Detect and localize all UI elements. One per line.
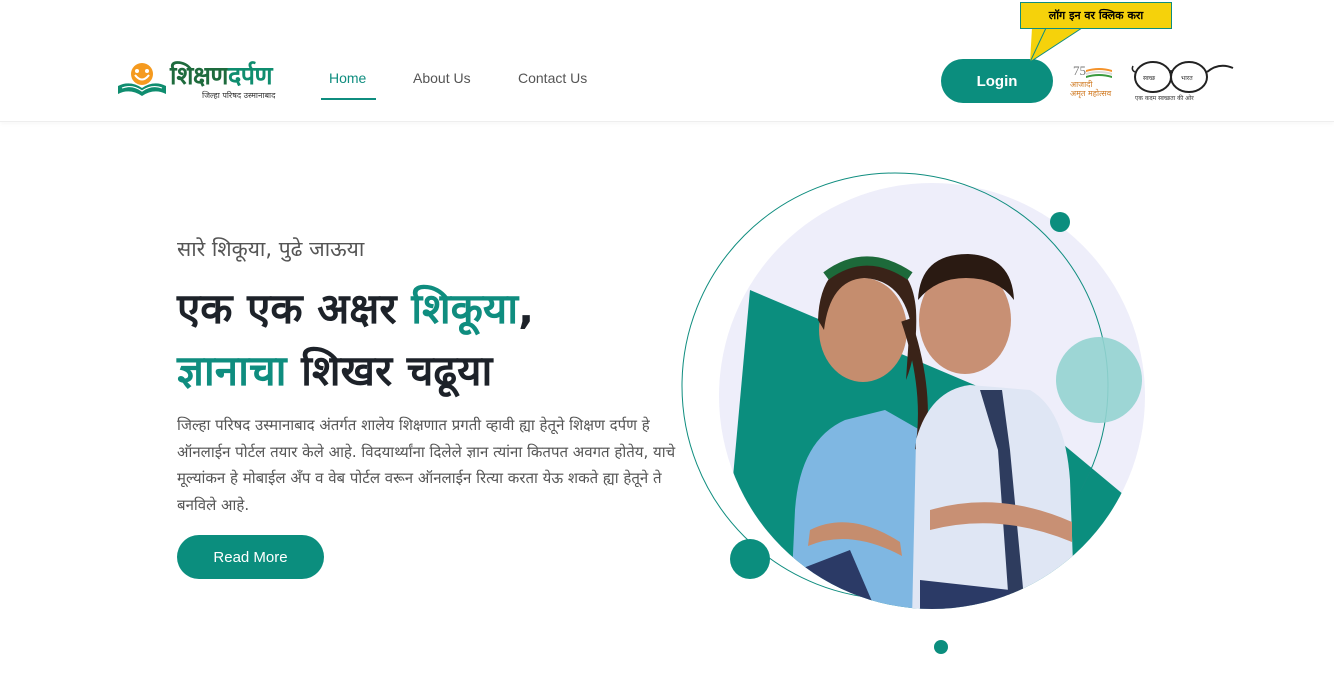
tricolor-flag-icon [1086,68,1112,78]
callout-pointer [1028,28,1083,64]
login-callout-tooltip: लॉग इन वर क्लिक करा [1020,2,1172,29]
hero-description: जिल्हा परिषद उस्मानाबाद अंतर्गत शालेय शि… [177,416,676,514]
svg-text:भारत: भारत [1181,75,1193,82]
gandhi-spectacles-icon: स्वच्छ भारत [1131,61,1234,93]
hero-headline: एक एक अक्षर शिकूया, ज्ञानाचा शिखर चढूया [177,284,535,395]
swachh-bharat-logo: स्वच्छ भारत एक कदम स्वच्छता की ओर [1131,60,1235,104]
swachh-caption: एक कदम स्वच्छता की ओर [1135,95,1194,102]
hero-illustration [681,172,1145,654]
logo-title: शिक्षणदर्पण [170,61,273,90]
decor-dot-bottom [934,640,948,654]
nav-home[interactable]: Home [329,70,366,86]
azadi-ka-amrit-mahotsav-logo: 75 आजादी अमृत महोत्सव [1070,63,1112,98]
hero-kicker: सारे शिकूया, पुढे जाऊया [177,237,365,261]
decor-dot-top [1050,212,1070,232]
decor-dot-left [730,539,770,579]
nav-about-us[interactable]: About Us [413,70,471,86]
decor-circle-mint [1056,337,1142,423]
logo-subtitle: जिल्हा परिषद उस्मानाबाद [202,91,276,100]
read-more-button[interactable]: Read More [177,535,324,579]
nav-active-indicator [321,98,376,100]
svg-text:स्वच्छ: स्वच्छ [1143,75,1156,82]
site-logo[interactable]: शिक्षणदर्पण जिल्हा परिषद उस्मानाबाद [116,58,291,104]
nav-contact-us[interactable]: Contact Us [518,70,587,86]
open-book-icon [118,63,166,96]
login-button[interactable]: Login [941,59,1053,103]
